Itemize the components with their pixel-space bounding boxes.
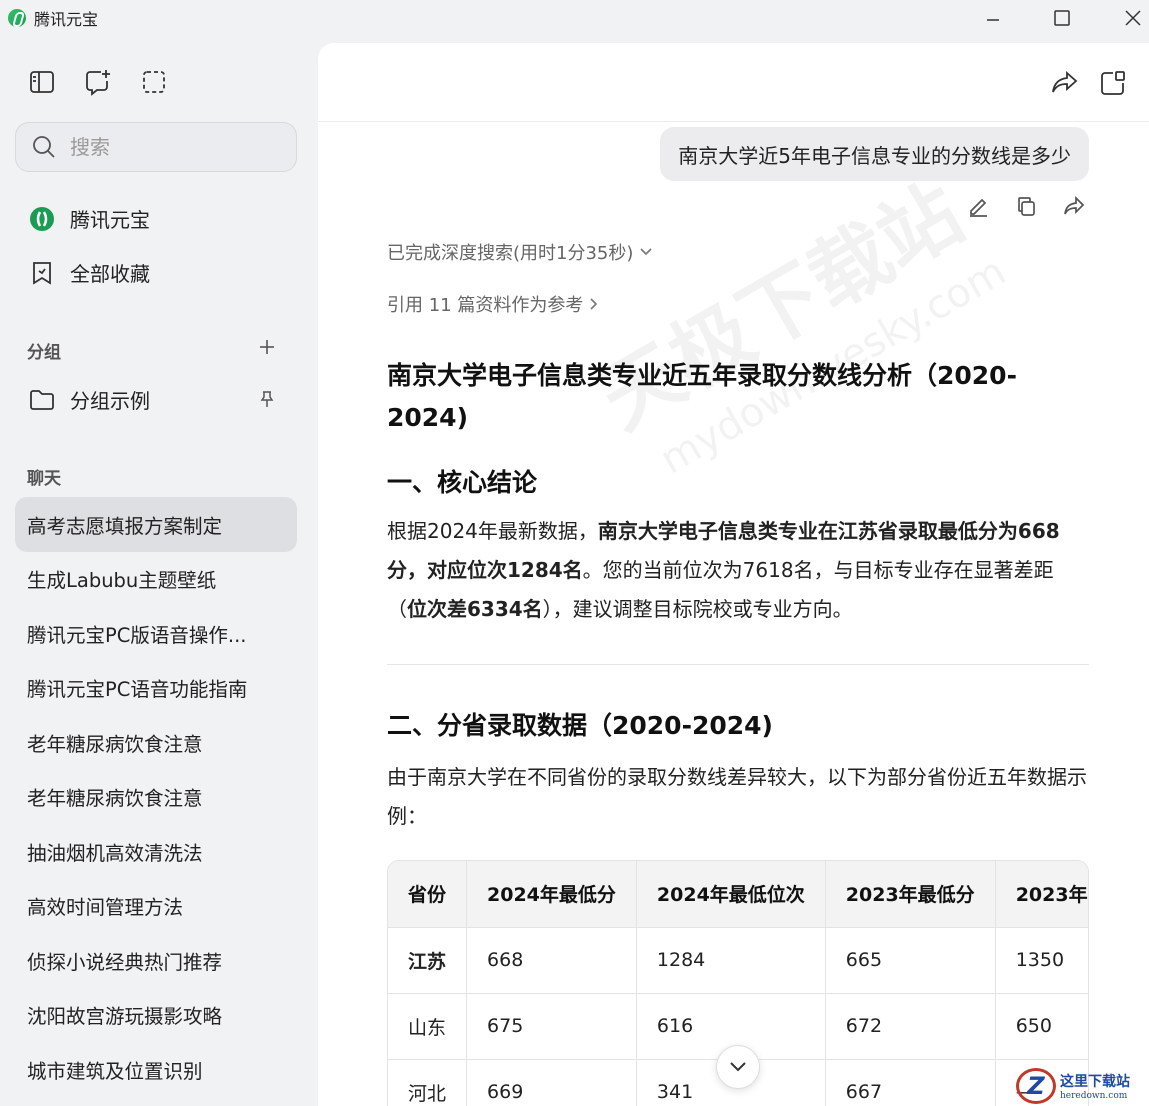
pin-icon [260,391,274,407]
chat-list: 高考志愿填报方案制定 生成Labubu主题壁纸 腾讯元宝PC版语音操作... 腾… [15,497,297,1097]
new-chat-button[interactable] [84,68,112,96]
site-logo-name: 这里下载站 [1060,1074,1130,1090]
share-button[interactable] [1049,67,1081,99]
yuanbao-logo-icon [8,9,26,27]
add-group-button[interactable] [256,336,278,358]
section-heading: 二、分省录取数据（2020-2024) [387,711,773,740]
copy-message-button[interactable] [1013,193,1039,219]
table-cell: 1284 [636,927,826,994]
user-message-bubble: 南京大学近5年电子信息专业的分数线是多少 [660,127,1089,181]
nav-item-favorites[interactable]: 全部收藏 [28,258,150,287]
answer-title: 南京大学电子信息类专业近五年录取分数线分析（2020-2024) [387,361,1017,432]
section-heading: 一、核心结论 [387,468,538,497]
table-cell: 1350 [995,927,1088,994]
title-bar: 腾讯元宝 [0,0,1149,36]
folder-icon [28,386,56,414]
message-actions [965,193,1087,219]
sidebar: 腾讯元宝 全部收藏 分组 分组示例 聊天 高考志愿填报方案制定 生成Labubu… [0,36,318,1106]
group-item-example[interactable]: 分组示例 [28,385,150,414]
new-window-icon [1101,71,1125,95]
new-chat-icon [86,70,110,96]
close-button[interactable] [1110,0,1149,36]
table-row: 江苏 668 1284 665 1350 [388,927,1088,994]
toggle-sidebar-button[interactable] [28,68,56,96]
table-header-row: 省份 2024年最低分 2024年最低位次 2023年最低分 2023年最低位次 [388,861,1088,928]
pencil-icon [970,198,987,217]
share-icon [1052,70,1078,93]
table-cell: 河北 [388,1059,468,1106]
chat-item[interactable]: 侦探小说经典热门推荐 [15,933,297,988]
search-input[interactable] [70,135,270,159]
chat-item[interactable]: 高考志愿填报方案制定 [15,497,297,552]
table-header-cell: 2023年最低位次 [995,861,1088,928]
copy-icon [1018,197,1035,216]
yuanbao-logo-icon [28,205,56,233]
minimize-icon [987,19,999,21]
search-status[interactable]: 已完成深度搜索(用时1分35秒) [387,239,653,265]
maximize-icon [1054,10,1070,26]
table-cell: 山东 [388,993,468,1060]
window-title: 腾讯元宝 [34,10,99,29]
nav-item-label: 腾讯元宝 [70,208,150,232]
chat-section-label: 聊天 [27,469,61,489]
table-cell: 667 [825,1059,996,1106]
edit-message-button[interactable] [965,193,991,219]
close-icon [1125,10,1141,26]
site-logo-badge: Z [1016,1068,1056,1104]
province-intro-paragraph: 由于南京大学在不同省份的录取分数线差异较大，以下为部分省份近五年数据示例： [387,765,1087,828]
plus-icon [260,340,274,354]
pin-group-button[interactable] [256,388,278,410]
maximize-button[interactable] [1039,0,1085,36]
search-icon [33,136,55,158]
chat-item[interactable]: 抽油烟机高效清洗法 [15,824,297,879]
table-cell: 650 [995,993,1088,1060]
conclusion-paragraph: 根据2024年最新数据，南京大学电子信息类专业在江苏省录取最低分为668分，对应… [387,519,1060,621]
bookmark-icon [28,259,56,287]
screenshot-button[interactable] [140,68,168,96]
search-box[interactable] [15,122,297,172]
search-status-text: 已完成深度搜索(用时1分35秒) [387,243,634,264]
chat-item[interactable]: 高效时间管理方法 [15,879,297,934]
chat-item[interactable]: 生成Labubu主题壁纸 [15,552,297,607]
group-item-label: 分组示例 [70,389,150,413]
table-header-cell: 2024年最低位次 [636,861,826,928]
table-cell: 672 [825,993,996,1060]
chat-header [318,43,1149,122]
table-header-cell: 省份 [388,861,468,928]
share-message-button[interactable] [1061,193,1087,219]
chat-item[interactable]: 城市建筑及位置识别 [15,1042,297,1097]
sidebar-toolbar [28,68,168,96]
chat-item[interactable]: 腾讯元宝PC版语音操作... [15,606,297,661]
new-window-button[interactable] [1097,67,1129,99]
chat-item[interactable]: 沈阳故宫游玩摄影攻略 [15,988,297,1043]
site-logo-url: heredown.com [1060,1091,1128,1101]
table-header-cell: 2023年最低分 [825,861,996,928]
table-cell: 668 [466,927,637,994]
site-watermark-logo: Z 这里下载站 heredown.com [1016,1066,1149,1106]
references-text: 引用 11 篇资料作为参考 [387,295,584,316]
screenshot-icon [143,71,165,93]
nav-item-yuanbao[interactable]: 腾讯元宝 [28,204,150,233]
chevron-right-icon [590,298,598,310]
chevron-down-icon [640,248,652,256]
share-icon [1064,195,1085,215]
references-link[interactable]: 引用 11 篇资料作为参考 [387,291,599,317]
nav-item-label: 全部收藏 [70,262,150,286]
table-header-cell: 2024年最低分 [466,861,637,928]
chevron-down-icon [730,1062,746,1072]
chat-panel: 天极下载站 mydown.yesky.com 南京大学近5年电子信息专业的分数线… [318,43,1149,1106]
chat-item[interactable]: 腾讯元宝PC语音功能指南 [15,661,297,716]
sidebar-panel-icon [30,71,54,93]
section-divider [387,664,1089,665]
minimize-button[interactable] [970,0,1016,36]
group-section-label: 分组 [27,343,61,363]
chat-item[interactable]: 老年糖尿病饮食注意 [15,715,297,770]
table-cell: 665 [825,927,996,994]
table-cell: 675 [466,993,637,1060]
table-cell: 669 [466,1059,637,1106]
table-cell: 江苏 [388,927,468,994]
scroll-to-bottom-button[interactable] [716,1045,760,1089]
chat-item[interactable]: 老年糖尿病饮食注意 [15,770,297,825]
